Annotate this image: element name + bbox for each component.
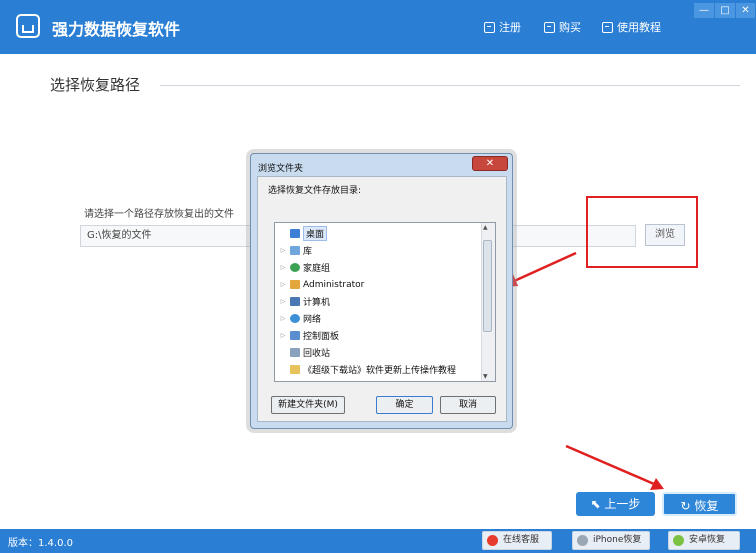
android-restore-button[interactable]: 安卓恢复	[668, 531, 740, 550]
folder-icon	[290, 365, 300, 374]
android-restore-label: 安卓恢复	[689, 535, 726, 545]
user-folder-icon	[290, 280, 300, 289]
tree-expander[interactable]: ▷	[279, 247, 287, 254]
homegroup-icon	[290, 263, 300, 272]
tree-item-tutorial-folder[interactable]: 《超级下载站》软件更新上传操作教程	[279, 362, 456, 377]
online-service-button[interactable]: 在线客服	[482, 531, 552, 550]
tree-item-label: Administrator	[303, 279, 365, 290]
dialog-close-button[interactable]: ✕	[472, 156, 508, 171]
scroll-down-arrow-icon[interactable]: ▼	[483, 373, 488, 380]
iphone-restore-button[interactable]: iPhone恢复	[572, 531, 650, 550]
library-icon	[290, 246, 300, 255]
annotation-arrow-to-dialog	[511, 251, 577, 284]
new-folder-button[interactable]: 新建文件夹(M)	[271, 396, 345, 414]
tree-item-computer[interactable]: ▷ 计算机	[279, 294, 330, 309]
qq-icon	[487, 535, 498, 546]
previous-step-label: 上一步	[604, 497, 641, 511]
computer-icon	[290, 297, 300, 306]
tree-item-label: 《超级下载站》软件更新上传操作教程	[303, 366, 457, 376]
tree-item-network[interactable]: ▷ 网络	[279, 311, 321, 326]
cancel-button[interactable]: 取消	[440, 396, 496, 414]
restore-label: 恢复	[694, 499, 719, 513]
tree-item-library[interactable]: ▷ 库	[279, 243, 312, 258]
iphone-icon	[577, 535, 588, 546]
dialog-prompt: 选择恢复文件存放目录:	[268, 186, 362, 196]
annotation-arrow-to-restore	[565, 444, 655, 486]
online-service-label: 在线客服	[503, 535, 540, 545]
tree-item-label: 回收站	[303, 349, 331, 359]
desktop-icon	[290, 229, 300, 238]
tree-item-control-panel[interactable]: ▷ 控制面板	[279, 328, 339, 343]
recycle-bin-icon	[290, 348, 300, 357]
tree-item-label: 家庭组	[303, 264, 331, 274]
scroll-thumb[interactable]	[483, 240, 492, 332]
tree-item-label: 控制面板	[303, 332, 340, 342]
ok-button[interactable]: 确定	[376, 396, 433, 414]
restore-button[interactable]: ↻ 恢复	[662, 492, 737, 516]
tree-item-recycle-bin[interactable]: 回收站	[279, 345, 330, 360]
version-label: 版本：1.4.0.0	[8, 538, 73, 549]
tree-item-label: 桌面	[303, 226, 328, 241]
tree-item-label: 库	[303, 247, 313, 257]
control-panel-icon	[290, 331, 300, 340]
tree-item-homegroup[interactable]: ▷ 家庭组	[279, 260, 330, 275]
network-icon	[290, 314, 300, 323]
dialog-title: 浏览文件夹	[258, 164, 304, 174]
tree-item-administrator[interactable]: ▷ Administrator	[279, 277, 365, 292]
android-icon	[673, 535, 684, 546]
tree-expander[interactable]: ▷	[279, 281, 287, 288]
tree-expander[interactable]: ▷	[279, 332, 287, 339]
tree-expander[interactable]: ▷	[279, 315, 287, 322]
back-arrow-icon: ⬉	[590, 497, 605, 511]
tree-expander[interactable]: ▷	[279, 264, 287, 271]
iphone-restore-label: iPhone恢复	[593, 535, 642, 545]
tree-item-label: 计算机	[303, 298, 331, 308]
tree-item-desktop[interactable]: 桌面	[279, 226, 328, 241]
previous-step-button[interactable]: ⬉ 上一步	[576, 492, 655, 516]
tree-item-label: 网络	[303, 315, 322, 325]
folder-tree[interactable]: 桌面 ▷ 库 ▷ 家庭组 ▷ Administrator ▷ 计算机 ▷ 网络 …	[274, 222, 496, 382]
tree-expander[interactable]: ▷	[279, 298, 287, 305]
scroll-up-arrow-icon[interactable]: ▲	[483, 224, 488, 231]
refresh-icon: ↻	[680, 499, 695, 513]
